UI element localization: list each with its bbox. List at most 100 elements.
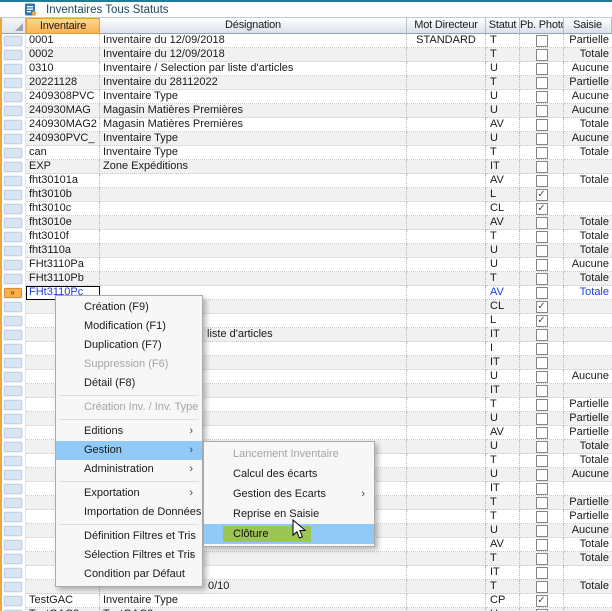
cell-inventaire[interactable]: fht3010e — [26, 216, 100, 230]
cell-pb-photo[interactable] — [520, 258, 564, 272]
menu-item-importation-de-donnees[interactable]: Importation de Données — [56, 503, 202, 522]
cell-mot-directeur[interactable] — [407, 216, 486, 230]
cell-saisie[interactable]: Totale — [564, 272, 612, 286]
row-selector-cell[interactable] — [0, 384, 26, 398]
row-selector[interactable] — [3, 301, 23, 313]
cell-saisie[interactable] — [564, 202, 612, 216]
cell-saisie[interactable]: Aucune — [564, 132, 612, 146]
cell-pb-photo[interactable] — [520, 146, 564, 160]
cell-statut[interactable]: T — [486, 230, 520, 244]
cell-statut[interactable]: U — [486, 370, 520, 384]
cell-pb-photo[interactable] — [520, 76, 564, 90]
cell-designation[interactable] — [100, 258, 407, 272]
row-selector[interactable] — [3, 119, 23, 131]
row-selector[interactable] — [3, 371, 23, 383]
row-selector-cell[interactable] — [0, 132, 26, 146]
cell-pb-photo[interactable] — [520, 482, 564, 496]
cell-statut[interactable]: T — [486, 48, 520, 62]
cell-designation[interactable]: Inventaire du 28112022 — [100, 76, 407, 90]
row-selector-cell[interactable] — [0, 454, 26, 468]
cell-mot-directeur[interactable] — [407, 412, 486, 426]
cell-pb-photo[interactable]: ✓ — [520, 188, 564, 202]
row-selector[interactable] — [3, 273, 23, 285]
pb-photo-checkbox[interactable] — [536, 217, 548, 229]
cell-saisie[interactable] — [564, 188, 612, 202]
row-selector-cell[interactable] — [0, 230, 26, 244]
menu-item-detail-f8[interactable]: Détail (F8) — [56, 374, 202, 393]
table-row[interactable]: fht3010eAVTotale — [0, 216, 612, 230]
cell-saisie[interactable] — [564, 566, 612, 580]
cell-saisie[interactable]: Partielle — [564, 496, 612, 510]
row-selector-cell[interactable] — [0, 356, 26, 370]
cell-inventaire[interactable]: 240930MAG — [26, 104, 100, 118]
row-selector[interactable] — [3, 133, 23, 145]
pb-photo-checkbox[interactable] — [536, 329, 548, 341]
cell-pb-photo[interactable] — [520, 454, 564, 468]
cell-inventaire[interactable]: TestGAC — [26, 594, 100, 608]
pb-photo-checkbox[interactable] — [536, 567, 548, 579]
cell-mot-directeur[interactable] — [407, 328, 486, 342]
row-selector-cell[interactable] — [0, 300, 26, 314]
table-row[interactable]: fht3010bL✓ — [0, 188, 612, 202]
cell-mot-directeur[interactable] — [407, 118, 486, 132]
pb-photo-checkbox[interactable] — [536, 161, 548, 173]
cell-mot-directeur[interactable] — [407, 356, 486, 370]
cell-statut[interactable]: AV — [486, 216, 520, 230]
row-selector-cell[interactable] — [0, 328, 26, 342]
row-selector[interactable] — [3, 245, 23, 257]
table-row[interactable]: TestGACInventaire TypeCP✓ — [0, 594, 612, 608]
cell-statut[interactable]: U — [486, 90, 520, 104]
row-selector[interactable] — [3, 539, 23, 551]
cell-pb-photo[interactable] — [520, 118, 564, 132]
cell-saisie[interactable] — [564, 356, 612, 370]
pb-photo-checkbox[interactable] — [536, 273, 548, 285]
row-selector-cell[interactable] — [0, 314, 26, 328]
cell-inventaire[interactable]: 240930PVC_ — [26, 132, 100, 146]
cell-mot-directeur[interactable] — [407, 314, 486, 328]
cell-statut[interactable]: IT — [486, 384, 520, 398]
pb-photo-checkbox[interactable] — [536, 399, 548, 411]
cell-pb-photo[interactable] — [520, 272, 564, 286]
cell-pb-photo[interactable] — [520, 510, 564, 524]
cell-inventaire[interactable]: FHt3110Pb — [26, 272, 100, 286]
pb-photo-checkbox[interactable] — [536, 553, 548, 565]
pb-photo-checkbox[interactable]: ✓ — [536, 203, 548, 215]
cell-mot-directeur[interactable] — [407, 342, 486, 356]
cell-designation[interactable] — [100, 202, 407, 216]
pb-photo-checkbox[interactable] — [536, 497, 548, 509]
cell-pb-photo[interactable] — [520, 244, 564, 258]
active-row-marker[interactable]: » — [3, 287, 23, 299]
row-selector[interactable] — [3, 259, 23, 271]
cell-mot-directeur[interactable] — [407, 286, 486, 300]
cell-saisie[interactable]: Aucune — [564, 62, 612, 76]
cell-inventaire[interactable]: 240930MAG2 — [26, 118, 100, 132]
cell-pb-photo[interactable]: ✓ — [520, 300, 564, 314]
cell-statut[interactable]: CL — [486, 202, 520, 216]
row-selector[interactable] — [3, 483, 23, 495]
table-row[interactable]: canInventaire TypeTTotale — [0, 146, 612, 160]
cell-statut[interactable]: CL — [486, 300, 520, 314]
pb-photo-checkbox[interactable] — [536, 525, 548, 537]
cell-saisie[interactable]: Totale — [564, 440, 612, 454]
cell-statut[interactable]: T — [486, 580, 520, 594]
cell-statut[interactable]: U — [486, 524, 520, 538]
row-selector-cell[interactable] — [0, 146, 26, 160]
cell-statut[interactable]: AV — [486, 286, 520, 300]
menu-item-definition-filtres-et-tris[interactable]: Définition Filtres et Tris — [56, 527, 202, 546]
cell-saisie[interactable] — [564, 160, 612, 174]
cell-designation[interactable]: Inventaire Type — [100, 132, 407, 146]
row-selector[interactable] — [3, 77, 23, 89]
menu-item-editions[interactable]: Editions› — [56, 422, 202, 441]
cell-statut[interactable]: AV — [486, 118, 520, 132]
cell-statut[interactable]: AV — [486, 174, 520, 188]
row-selector-cell[interactable] — [0, 104, 26, 118]
cell-saisie[interactable]: Aucune — [564, 104, 612, 118]
cell-saisie[interactable] — [564, 328, 612, 342]
cell-designation[interactable] — [100, 216, 407, 230]
row-selector-cell[interactable] — [0, 258, 26, 272]
cell-mot-directeur[interactable] — [407, 454, 486, 468]
row-selector-cell[interactable] — [0, 118, 26, 132]
cell-mot-directeur[interactable] — [407, 146, 486, 160]
row-selector[interactable] — [3, 189, 23, 201]
cell-saisie[interactable]: Aucune — [564, 468, 612, 482]
